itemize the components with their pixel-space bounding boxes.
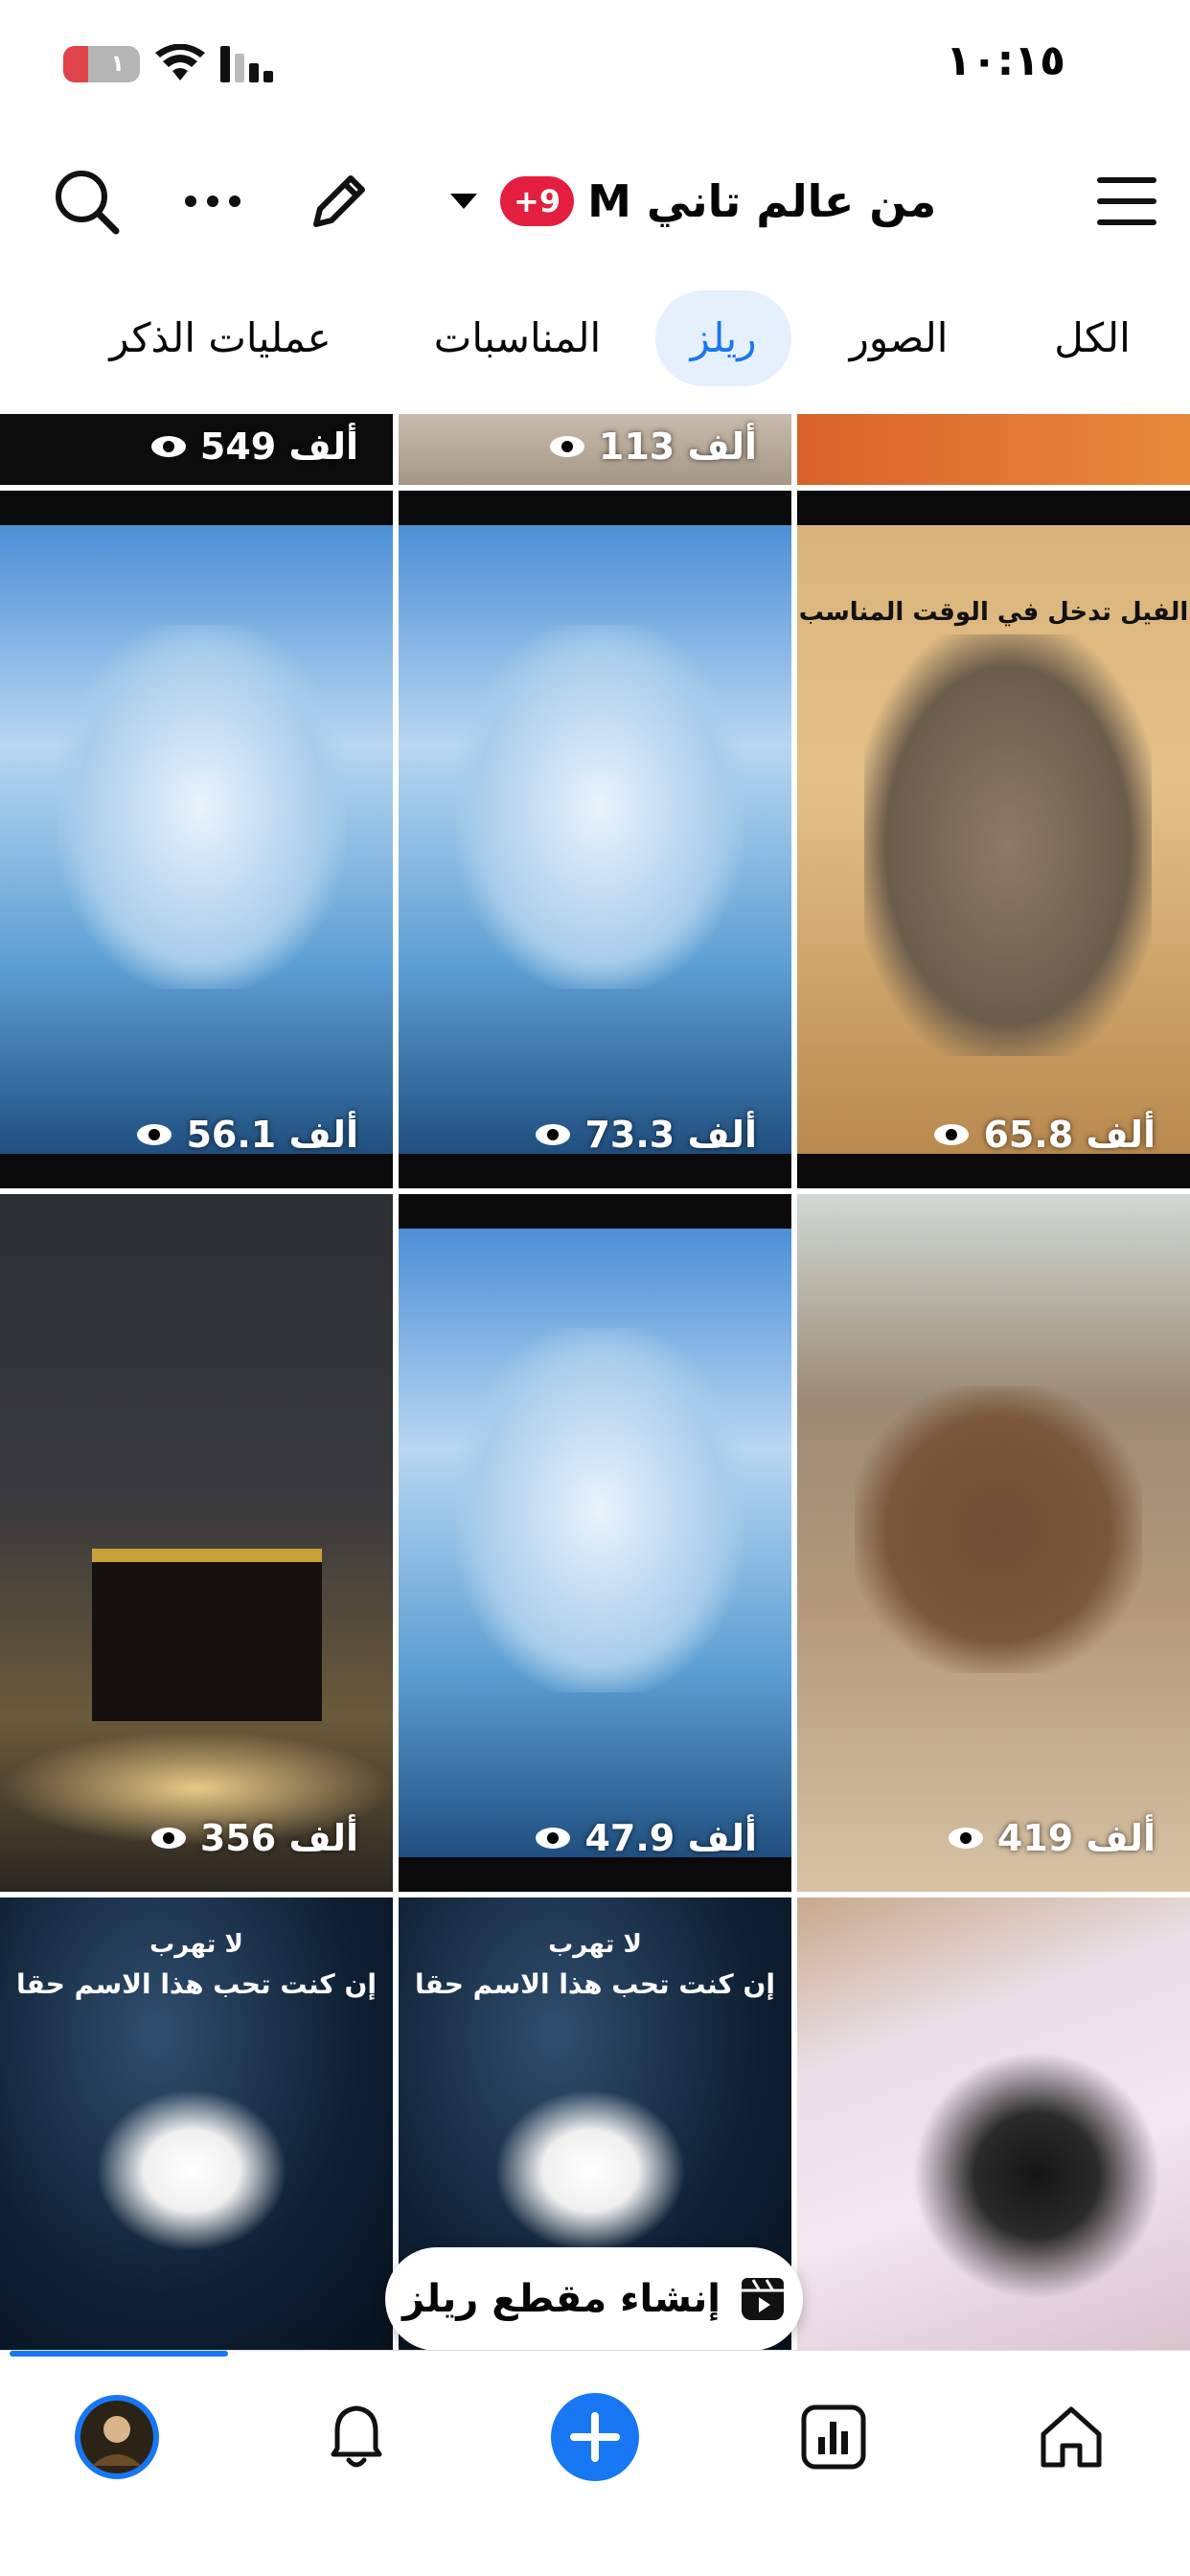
nav-active-indicator bbox=[10, 2351, 228, 2357]
create-reel-button[interactable]: إنشاء مقطع ريلز bbox=[385, 2247, 803, 2351]
reel-caption: لا تهرب bbox=[149, 1930, 243, 1959]
tab-reels[interactable]: ريلز bbox=[655, 290, 791, 386]
reel-tile[interactable]: الفيل تدخل في الوقت المناسب 65.8 ألف bbox=[797, 491, 1190, 1188]
bell-icon[interactable] bbox=[299, 2380, 414, 2495]
view-count: 56.1 ألف bbox=[136, 1114, 358, 1156]
profile-avatar[interactable] bbox=[59, 2380, 174, 2495]
reel-caption: الفيل تدخل في الوقت المناسب bbox=[798, 598, 1189, 627]
reel-tile[interactable]: لا تهرب إن كنت تحب هذا الاسم حقا bbox=[0, 1898, 393, 2350]
reel-tile[interactable]: 56.1 ألف bbox=[0, 491, 393, 1188]
search-icon[interactable] bbox=[48, 163, 125, 240]
reel-caption: إن كنت تحب هذا الاسم حقا bbox=[415, 1968, 775, 2000]
edit-icon[interactable] bbox=[301, 163, 378, 240]
view-count: 113 ألف bbox=[549, 426, 757, 468]
bottom-nav bbox=[0, 2350, 1190, 2576]
reel-tile[interactable]: 47.9 ألف bbox=[399, 1194, 791, 1892]
page-title-button[interactable]: من عالم تاني M 9+ bbox=[450, 165, 936, 238]
page-title: من عالم تاني M bbox=[587, 175, 937, 227]
eye-icon bbox=[137, 1124, 172, 1145]
reels-grid: 549 ألف 113 ألف 56.1 ألف 73.3 ألف الفيل … bbox=[0, 414, 1190, 2350]
reels-icon bbox=[741, 2278, 784, 2320]
chevron-down-icon bbox=[450, 194, 477, 209]
reel-tile[interactable]: 113 ألف bbox=[399, 414, 791, 485]
view-count: 549 ألف bbox=[150, 426, 358, 468]
battery-level: ١ bbox=[110, 50, 125, 77]
reel-tile[interactable] bbox=[797, 414, 1190, 485]
status-time: ١٠:١٥ bbox=[945, 36, 1065, 85]
status-bar: ١ ١٠:١٥ bbox=[0, 0, 1190, 125]
eye-icon bbox=[536, 1828, 571, 1849]
insights-icon[interactable] bbox=[776, 2380, 891, 2495]
create-reel-label: إنشاء مقطع ريلز bbox=[402, 2277, 721, 2321]
view-count: 419 ألف bbox=[948, 1817, 1156, 1859]
eye-icon bbox=[536, 1124, 571, 1145]
eye-icon bbox=[549, 436, 584, 457]
reel-tile[interactable]: 419 ألف bbox=[797, 1194, 1190, 1892]
wifi-icon bbox=[155, 44, 205, 80]
reel-tile[interactable]: 73.3 ألف bbox=[399, 491, 791, 1188]
more-icon[interactable] bbox=[174, 163, 251, 240]
reel-caption: إن كنت تحب هذا الاسم حقا bbox=[16, 1968, 377, 2000]
eye-icon bbox=[150, 436, 186, 457]
tab-photos[interactable]: الصور bbox=[832, 290, 966, 386]
reel-tile[interactable]: 549 ألف bbox=[0, 414, 393, 485]
home-icon[interactable] bbox=[1014, 2380, 1129, 2495]
add-icon[interactable] bbox=[538, 2380, 652, 2495]
tab-all[interactable]: الكل bbox=[1025, 290, 1159, 386]
view-count: 65.8 ألف bbox=[933, 1114, 1156, 1156]
tab-events[interactable]: المناسبات bbox=[402, 290, 632, 386]
menu-icon[interactable] bbox=[1088, 163, 1165, 240]
reel-caption: لا تهرب bbox=[548, 1930, 642, 1959]
tab-bar: الكل الصور ريلز المناسبات عمليات الذكر bbox=[0, 283, 1190, 393]
notification-badge: 9+ bbox=[500, 176, 575, 226]
signal-icon bbox=[220, 46, 273, 82]
eye-icon bbox=[934, 1124, 970, 1145]
view-count: 73.3 ألف bbox=[535, 1114, 757, 1156]
tab-remembrance[interactable]: عمليات الذكر bbox=[77, 290, 364, 386]
view-count: 356 ألف bbox=[150, 1817, 358, 1859]
eye-icon bbox=[948, 1828, 983, 1849]
battery-icon: ١ bbox=[63, 46, 140, 82]
view-count: 47.9 ألف bbox=[535, 1817, 757, 1859]
header: من عالم تاني M 9+ bbox=[0, 144, 1190, 259]
reel-tile[interactable] bbox=[797, 1898, 1190, 2350]
eye-icon bbox=[150, 1828, 186, 1849]
reel-tile[interactable]: 356 ألف bbox=[0, 1194, 393, 1892]
